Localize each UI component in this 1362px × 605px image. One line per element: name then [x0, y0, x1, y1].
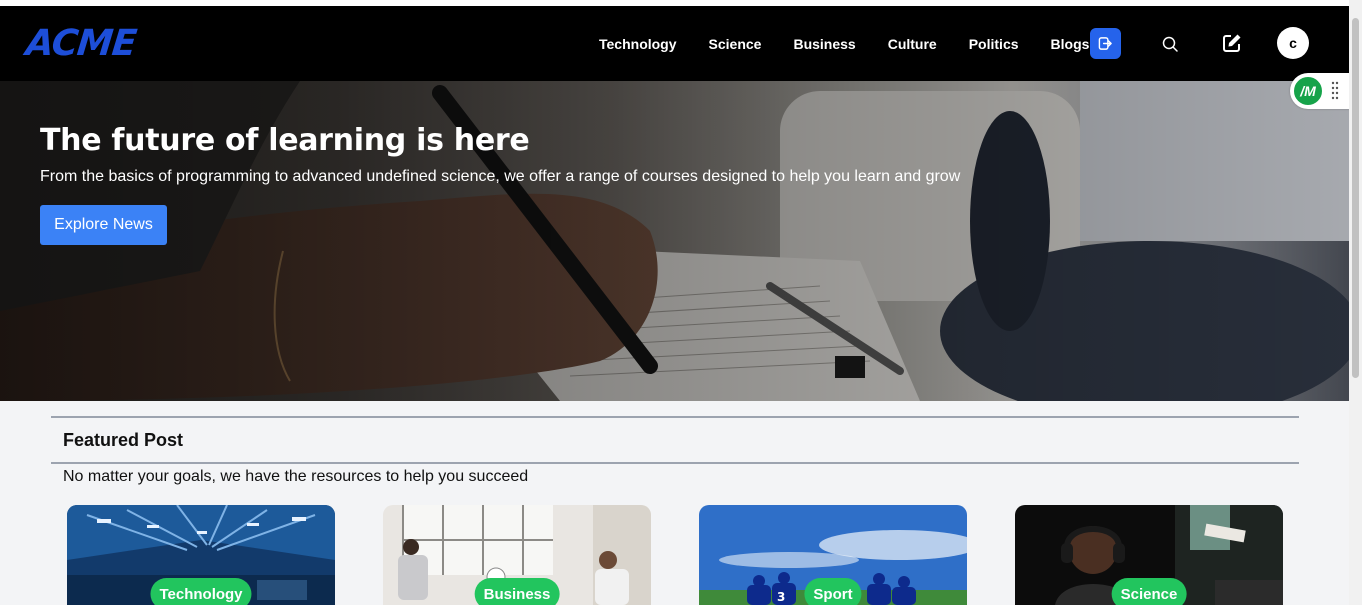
featured-post-title: Featured Post [63, 430, 184, 450]
featured-post-subtitle: No matter your goals, we have the resour… [63, 468, 529, 485]
hero-subtitle: From the basics of programming to advanc… [40, 168, 961, 185]
category-badge[interactable]: Technology [150, 578, 252, 605]
section-divider-top [51, 416, 1299, 418]
nav-link-blogs[interactable]: Blogs [1051, 36, 1090, 52]
svg-text:3: 3 [777, 590, 785, 604]
nav-link-culture[interactable]: Culture [888, 36, 937, 52]
post-card-sport[interactable]: 3 Sport [699, 505, 967, 605]
edit-button[interactable] [1220, 31, 1244, 55]
drag-handle-icon[interactable] [1331, 81, 1339, 101]
top-navbar: ACME Technology Science Business Culture… [0, 6, 1349, 81]
hero-banner: The future of learning is here From the … [0, 81, 1349, 401]
nav-link-science[interactable]: Science [709, 36, 762, 52]
nav-link-business[interactable]: Business [793, 36, 855, 52]
category-badge[interactable]: Business [474, 578, 560, 605]
user-avatar[interactable]: c [1277, 27, 1309, 59]
hero-title: The future of learning is here [40, 123, 530, 158]
post-card-technology[interactable]: Technology [67, 505, 335, 605]
section-divider-bottom [51, 462, 1299, 464]
nav-link-technology[interactable]: Technology [599, 36, 677, 52]
acme-logo[interactable]: ACME [24, 23, 138, 64]
nav-link-politics[interactable]: Politics [969, 36, 1019, 52]
category-badge[interactable]: Science [1111, 578, 1187, 605]
logout-icon [1098, 37, 1112, 50]
extension-logo-icon[interactable]: /M [1292, 75, 1324, 107]
search-icon [1162, 36, 1178, 52]
page-scrollbar[interactable] [1349, 0, 1362, 605]
search-button[interactable] [1158, 32, 1182, 56]
post-card-business[interactable]: Business [383, 505, 651, 605]
post-card-science[interactable]: Science [1015, 505, 1283, 605]
extension-widget[interactable]: /M [1290, 73, 1350, 109]
logout-button[interactable] [1090, 28, 1121, 59]
edit-icon [1223, 34, 1241, 52]
explore-news-button[interactable]: Explore News [40, 205, 167, 245]
scrollbar-thumb[interactable] [1352, 18, 1359, 378]
nav-links: Technology Science Business Culture Poli… [583, 6, 1105, 81]
category-badge[interactable]: Sport [804, 578, 862, 605]
